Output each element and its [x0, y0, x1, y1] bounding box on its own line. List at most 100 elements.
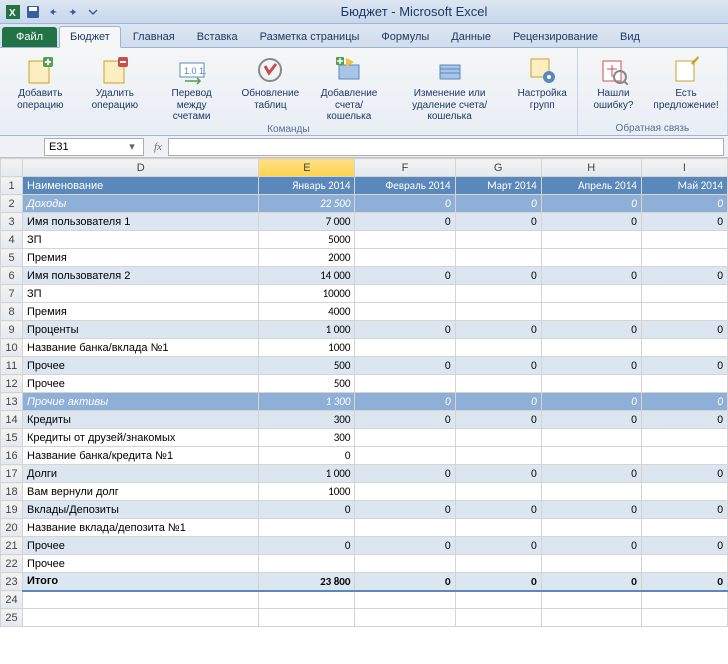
cell[interactable]: [355, 591, 455, 609]
cell[interactable]: Прочие активы: [23, 393, 259, 411]
cell[interactable]: 0: [355, 465, 455, 483]
cell[interactable]: 0: [455, 537, 541, 555]
cell[interactable]: 0: [455, 573, 541, 591]
row-header[interactable]: 20: [1, 519, 23, 537]
cell[interactable]: 0: [455, 213, 541, 231]
fx-icon[interactable]: fx: [154, 141, 162, 153]
col-header-d[interactable]: D: [23, 159, 259, 177]
row-header[interactable]: 10: [1, 339, 23, 357]
col-header-i[interactable]: I: [641, 159, 727, 177]
cell[interactable]: 2000: [259, 249, 355, 267]
redo-icon[interactable]: [64, 3, 82, 21]
cell[interactable]: 300: [259, 411, 355, 429]
cell[interactable]: Проценты: [23, 321, 259, 339]
cell[interactable]: 0: [541, 465, 641, 483]
row-header[interactable]: 23: [1, 573, 23, 591]
tab-view[interactable]: Вид: [610, 27, 650, 47]
cell[interactable]: [259, 519, 355, 537]
tab-home[interactable]: Главная: [123, 27, 185, 47]
row-header[interactable]: 6: [1, 267, 23, 285]
name-box[interactable]: E31 ▾: [44, 138, 144, 156]
cell[interactable]: 23 800: [259, 573, 355, 591]
cell[interactable]: [641, 375, 727, 393]
cell[interactable]: [541, 519, 641, 537]
row-header[interactable]: 7: [1, 285, 23, 303]
cell[interactable]: [541, 339, 641, 357]
cell[interactable]: 0: [355, 411, 455, 429]
row-header[interactable]: 25: [1, 609, 23, 627]
cell[interactable]: [641, 591, 727, 609]
row-header[interactable]: 15: [1, 429, 23, 447]
cell[interactable]: [641, 339, 727, 357]
cell[interactable]: [455, 483, 541, 501]
cell[interactable]: 0: [541, 267, 641, 285]
cell[interactable]: Май 2014: [641, 177, 727, 195]
cell[interactable]: [355, 519, 455, 537]
cell[interactable]: 14 000: [259, 267, 355, 285]
cell[interactable]: [355, 429, 455, 447]
cell[interactable]: [541, 591, 641, 609]
row-header[interactable]: 19: [1, 501, 23, 519]
cell[interactable]: Имя пользователя 1: [23, 213, 259, 231]
cell[interactable]: 300: [259, 429, 355, 447]
cell[interactable]: [355, 339, 455, 357]
cell[interactable]: 0: [455, 393, 541, 411]
col-header-h[interactable]: H: [541, 159, 641, 177]
add-account-button[interactable]: Добавление счета/кошелька: [308, 50, 389, 123]
cell[interactable]: Премия: [23, 303, 259, 321]
cell[interactable]: 0: [641, 393, 727, 411]
cell[interactable]: [355, 609, 455, 627]
bug-report-button[interactable]: Нашли ошибку?: [580, 50, 647, 122]
delete-operation-button[interactable]: Удалить операцию: [79, 50, 151, 123]
cell[interactable]: [541, 429, 641, 447]
cell[interactable]: ЗП: [23, 285, 259, 303]
cell[interactable]: 1 000: [259, 321, 355, 339]
cell[interactable]: [541, 285, 641, 303]
cell[interactable]: [355, 555, 455, 573]
cell[interactable]: [641, 555, 727, 573]
row-header[interactable]: 3: [1, 213, 23, 231]
cell[interactable]: [641, 231, 727, 249]
cell[interactable]: 0: [641, 213, 727, 231]
cell[interactable]: Вклады/Депозиты: [23, 501, 259, 519]
qat-customize-icon[interactable]: [84, 3, 102, 21]
cell[interactable]: Январь 2014: [259, 177, 355, 195]
cell[interactable]: [455, 591, 541, 609]
cell[interactable]: 0: [355, 393, 455, 411]
excel-icon[interactable]: X: [4, 3, 22, 21]
cell[interactable]: 0: [541, 195, 641, 213]
cell[interactable]: [259, 555, 355, 573]
cell[interactable]: 0: [355, 573, 455, 591]
cell[interactable]: 500: [259, 357, 355, 375]
cell[interactable]: 0: [259, 537, 355, 555]
tab-file[interactable]: Файл: [2, 27, 57, 47]
cell[interactable]: 0: [541, 357, 641, 375]
cell[interactable]: Вам вернули долг: [23, 483, 259, 501]
save-icon[interactable]: [24, 3, 42, 21]
cell[interactable]: [259, 591, 355, 609]
formula-bar[interactable]: [168, 138, 724, 156]
row-header[interactable]: 14: [1, 411, 23, 429]
cell[interactable]: [641, 483, 727, 501]
tab-budget[interactable]: Бюджет: [59, 26, 121, 48]
cell[interactable]: 1 300: [259, 393, 355, 411]
cell[interactable]: Прочее: [23, 357, 259, 375]
cell[interactable]: 0: [641, 501, 727, 519]
row-header[interactable]: 24: [1, 591, 23, 609]
cell[interactable]: [355, 447, 455, 465]
cell[interactable]: [355, 303, 455, 321]
row-header[interactable]: 11: [1, 357, 23, 375]
cell[interactable]: [641, 249, 727, 267]
cell[interactable]: [355, 231, 455, 249]
cell[interactable]: [541, 303, 641, 321]
cell[interactable]: 0: [641, 267, 727, 285]
cell[interactable]: 0: [355, 195, 455, 213]
cell[interactable]: Прочее: [23, 375, 259, 393]
cell[interactable]: [355, 375, 455, 393]
cell[interactable]: Имя пользователя 2: [23, 267, 259, 285]
cell[interactable]: [455, 339, 541, 357]
cell[interactable]: ЗП: [23, 231, 259, 249]
cell[interactable]: Наименование: [23, 177, 259, 195]
row-header[interactable]: 8: [1, 303, 23, 321]
cell[interactable]: Премия: [23, 249, 259, 267]
